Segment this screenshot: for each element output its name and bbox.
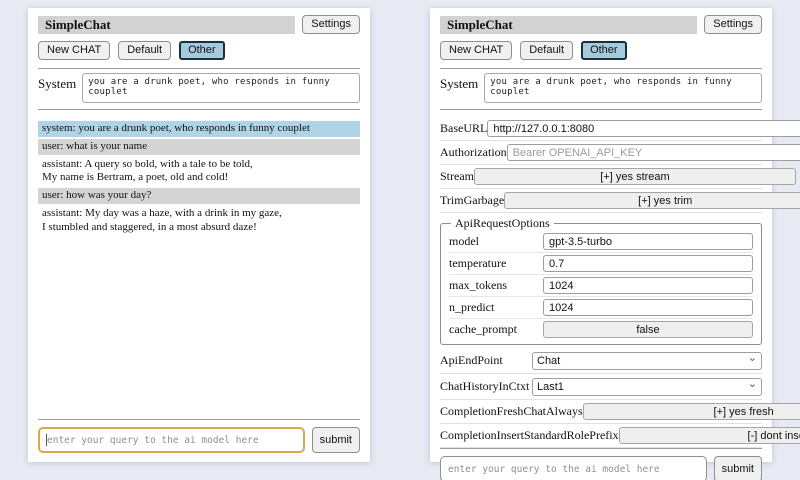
chat-message-list: system: you are a drunk poet, who respon… [38,121,360,237]
query-row: submit [440,456,762,480]
setting-row-baseurl: BaseURL [440,117,762,141]
setting-label: max_tokens [449,278,507,293]
setting-label: cache_prompt [449,322,517,337]
settings-panel: SimpleChat Settings New CHAT Default Oth… [430,8,772,462]
stream-toggle-button[interactable]: [+] yes stream [474,168,796,185]
system-label: System [38,73,76,103]
text-caret [46,434,47,446]
system-prompt-textarea[interactable]: you are a drunk poet, who responds in fu… [484,73,762,103]
setting-label: n_predict [449,300,494,315]
system-label: System [440,73,478,103]
chat-message-user: user: how was your day? [38,188,360,204]
session-other-button[interactable]: Other [581,41,627,60]
trim-garbage-toggle-button[interactable]: [+] yes trim [504,192,800,209]
system-prompt-textarea[interactable]: you are a drunk poet, who responds in fu… [82,73,360,103]
title-row: SimpleChat Settings [38,15,360,34]
session-default-button[interactable]: Default [118,41,171,60]
authorization-input[interactable] [507,144,800,161]
fresh-chat-toggle-button[interactable]: [+] yes fresh [583,403,800,420]
setting-label: temperature [449,256,506,271]
setting-row-model: model [449,231,753,253]
divider [38,68,360,69]
base-url-input[interactable] [487,120,800,137]
setting-label: CompletionInsertStandardRolePrefix [440,428,619,443]
setting-label: Authorization [440,145,507,160]
model-input[interactable] [543,233,753,250]
chat-message-assistant: assistant: A query so bold, with a tale … [38,157,360,187]
sessions-row: New CHAT Default Other [38,41,360,60]
session-other-button[interactable]: Other [179,41,225,60]
query-input[interactable] [38,427,305,453]
temperature-input[interactable] [543,255,753,272]
divider [440,109,762,110]
setting-label: model [449,234,479,249]
setting-row-api-endpoint: ApiEndPoint Chat ⌄ [440,348,762,374]
divider [440,448,762,449]
select-wrap: Last1 ⌄ [532,377,762,396]
setting-label: CompletionFreshChatAlways [440,404,583,419]
chat-history-select[interactable]: Last1 [532,378,762,396]
setting-row-cache-prompt: cache_prompt false [449,319,753,340]
api-request-options-fieldset: ApiRequestOptions model temperature max_… [440,216,762,345]
divider [38,419,360,420]
new-chat-button[interactable]: New CHAT [38,41,110,60]
query-row: submit [38,427,360,453]
fieldset-legend: ApiRequestOptions [451,216,554,231]
divider [440,68,762,69]
submit-button[interactable]: submit [312,427,360,453]
setting-row-chat-history: ChatHistoryInCtxt Last1 ⌄ [440,374,762,400]
title-row: SimpleChat Settings [440,15,762,34]
setting-label: TrimGarbage [440,193,504,208]
setting-row-fresh-chat: CompletionFreshChatAlways [+] yes fresh [440,400,762,424]
app-title-bar: SimpleChat [38,16,295,34]
system-row: System you are a drunk poet, who respond… [440,73,762,103]
submit-button[interactable]: submit [714,456,762,480]
chat-message-user: user: what is your name [38,139,360,155]
page: SimpleChat Settings New CHAT Default Oth… [0,0,800,480]
setting-label: BaseURL [440,121,487,136]
role-prefix-toggle-button[interactable]: [-] dont insert [619,427,800,444]
query-input-wrap [440,456,707,480]
sessions-row: New CHAT Default Other [440,41,762,60]
api-endpoint-select[interactable]: Chat [532,352,762,370]
setting-label: ApiEndPoint [440,353,503,368]
setting-row-role-prefix: CompletionInsertStandardRolePrefix [-] d… [440,424,762,448]
settings-list: BaseURL Authorization Stream [+] yes str… [440,117,762,448]
chat-message-assistant: assistant: My day was a haze, with a dri… [38,206,360,236]
settings-button[interactable]: Settings [704,15,762,34]
chat-panel: SimpleChat Settings New CHAT Default Oth… [28,8,370,462]
divider [38,109,360,110]
new-chat-button[interactable]: New CHAT [440,41,512,60]
app-title-bar: SimpleChat [440,16,697,34]
setting-row-temperature: temperature [449,253,753,275]
chat-message-system: system: you are a drunk poet, who respon… [38,121,360,137]
setting-row-max-tokens: max_tokens [449,275,753,297]
max-tokens-input[interactable] [543,277,753,294]
query-input-wrap [38,427,305,453]
setting-row-n-predict: n_predict [449,297,753,319]
query-input[interactable] [440,456,707,480]
select-wrap: Chat ⌄ [532,351,762,370]
setting-label: Stream [440,169,474,184]
n-predict-input[interactable] [543,299,753,316]
cache-prompt-toggle-button[interactable]: false [543,321,753,338]
spacer [38,237,360,419]
setting-row-stream: Stream [+] yes stream [440,165,762,189]
setting-row-authorization: Authorization [440,141,762,165]
system-row: System you are a drunk poet, who respond… [38,73,360,103]
setting-row-trimgarbage: TrimGarbage [+] yes trim [440,189,762,213]
session-default-button[interactable]: Default [520,41,573,60]
settings-button[interactable]: Settings [302,15,360,34]
setting-label: ChatHistoryInCtxt [440,379,529,394]
